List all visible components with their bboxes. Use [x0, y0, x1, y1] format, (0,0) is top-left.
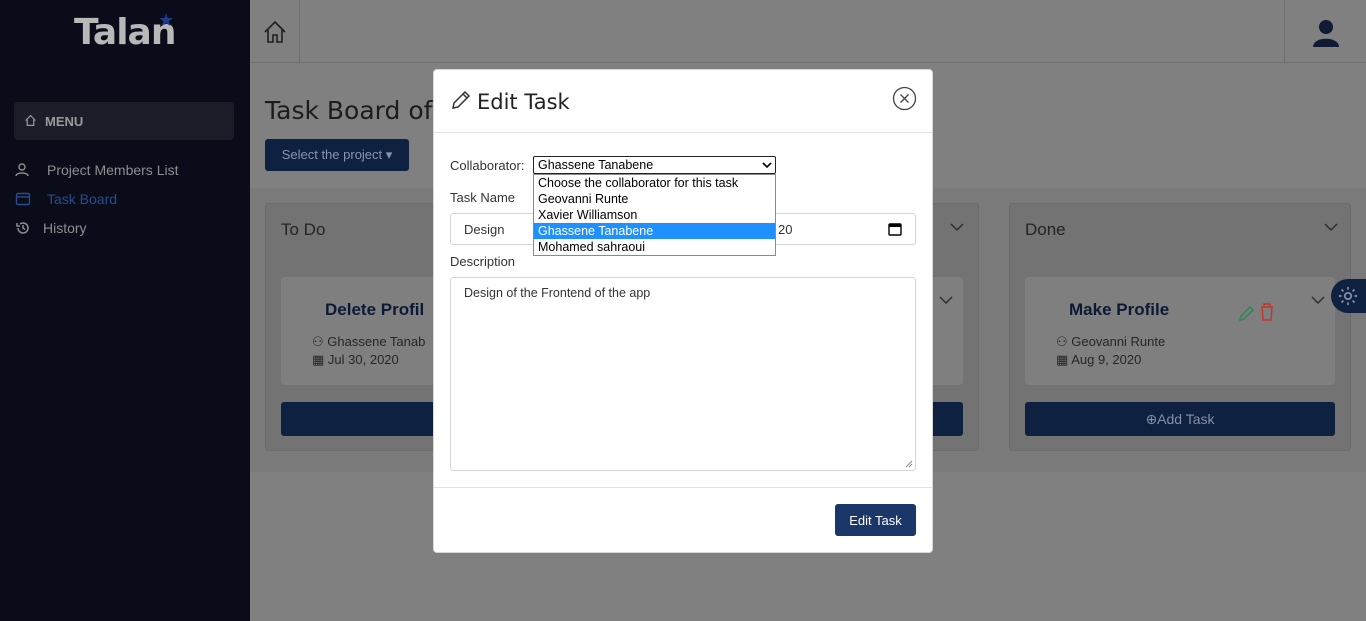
close-icon[interactable]: [892, 86, 917, 111]
user-icon: ⚇: [1056, 334, 1068, 349]
dropdown-option[interactable]: Choose the collaborator for this task: [534, 175, 775, 191]
chevron-down-icon: [762, 162, 772, 169]
modal-header: Edit Task: [434, 70, 932, 133]
collaborator-label: Collaborator:: [450, 158, 525, 173]
calendar-icon[interactable]: [888, 222, 902, 236]
pencil-icon: [452, 90, 471, 109]
description-value: Design of the Frontend of the app: [464, 286, 651, 300]
dropdown-option-selected[interactable]: Ghassene Tanabene: [534, 223, 775, 239]
task-card-user: ⚇ Geovanni Runte: [1056, 334, 1166, 349]
collaborator-value: Ghassene Tanabene: [538, 158, 654, 172]
collaborator-select[interactable]: Ghassene Tanabene: [533, 156, 776, 174]
task-name-label: Task Name: [450, 190, 516, 205]
add-task-button[interactable]: ⊕Add Task: [1025, 402, 1335, 436]
task-card[interactable]: Make Profile ⚇ Geovanni Runte ▦ Aug 9, 2…: [1025, 277, 1335, 385]
edit-icon[interactable]: [1237, 303, 1255, 323]
collaborator-dropdown: Choose the collaborator for this task Ge…: [533, 174, 776, 256]
column-title: Done: [1025, 220, 1066, 239]
user-avatar-button[interactable]: [1284, 0, 1366, 63]
avatar-icon: [1312, 19, 1339, 47]
task-card-date: ▦ Aug 9, 2020: [1056, 352, 1142, 367]
users-icon: [14, 162, 32, 178]
menu-header[interactable]: MENU: [14, 102, 234, 140]
chevron-down-icon[interactable]: [950, 222, 964, 232]
modal-footer-divider: [434, 487, 932, 488]
task-card-title: Make Profile: [1069, 300, 1170, 319]
calendar-icon: ▦: [312, 352, 325, 367]
chevron-down-icon[interactable]: [1324, 222, 1338, 232]
sidebar-item-history[interactable]: History: [14, 218, 87, 238]
page-title: Task Board of: [265, 96, 433, 125]
sidebar-item-label: Project Members List: [47, 162, 179, 178]
home-icon: [25, 114, 36, 126]
settings-fab[interactable]: [1331, 279, 1366, 313]
column-done: Done Make Profile ⚇ Geovanni Runte ▦ Aug…: [1009, 203, 1351, 451]
board-icon: [14, 191, 32, 207]
edit-task-modal: Edit Task Collaborator: Ghassene Tanaben…: [433, 69, 933, 553]
select-project-button[interactable]: Select the project ▾: [265, 139, 409, 171]
description-label: Description: [450, 254, 516, 269]
task-card-title: Delete Profil: [325, 300, 425, 319]
column-title: To Do: [281, 220, 326, 239]
dropdown-option[interactable]: Mohamed sahraoui: [534, 239, 775, 255]
sidebar-item-task-board[interactable]: Task Board: [14, 189, 117, 209]
top-header: [250, 0, 1366, 63]
calendar-icon: ▦: [1056, 352, 1069, 367]
sidebar-item-label: Task Board: [47, 191, 118, 207]
star-icon: ★: [158, 10, 175, 30]
modal-title: Edit Task: [477, 90, 570, 114]
trash-icon[interactable]: [1259, 302, 1275, 322]
description-textarea[interactable]: Design of the Frontend of the app: [450, 277, 916, 471]
menu-label: MENU: [45, 114, 84, 129]
gear-icon: [1338, 286, 1358, 306]
history-icon: [14, 220, 32, 236]
home-icon: [263, 20, 286, 43]
sidebar: Talan ★ MENU Project Members List Task B…: [0, 0, 250, 621]
task-card-date: ▦ Jul 30, 2020: [312, 352, 399, 367]
edit-task-button[interactable]: Edit Task: [835, 504, 916, 536]
task-name-input[interactable]: Design: [464, 222, 504, 237]
dropdown-option[interactable]: Geovanni Runte: [534, 191, 775, 207]
chevron-down-icon[interactable]: [1311, 295, 1325, 305]
date-input[interactable]: 20: [778, 222, 792, 237]
sidebar-item-label: History: [43, 220, 87, 236]
chevron-down-icon[interactable]: [939, 295, 953, 305]
task-card-user: ⚇ Ghassene Tanab: [312, 334, 426, 349]
home-button[interactable]: [250, 0, 300, 63]
dropdown-option[interactable]: Xavier Williamson: [534, 207, 775, 223]
user-icon: ⚇: [312, 334, 324, 349]
sidebar-item-project-members[interactable]: Project Members List: [14, 160, 178, 180]
resize-handle-icon[interactable]: [905, 460, 913, 468]
